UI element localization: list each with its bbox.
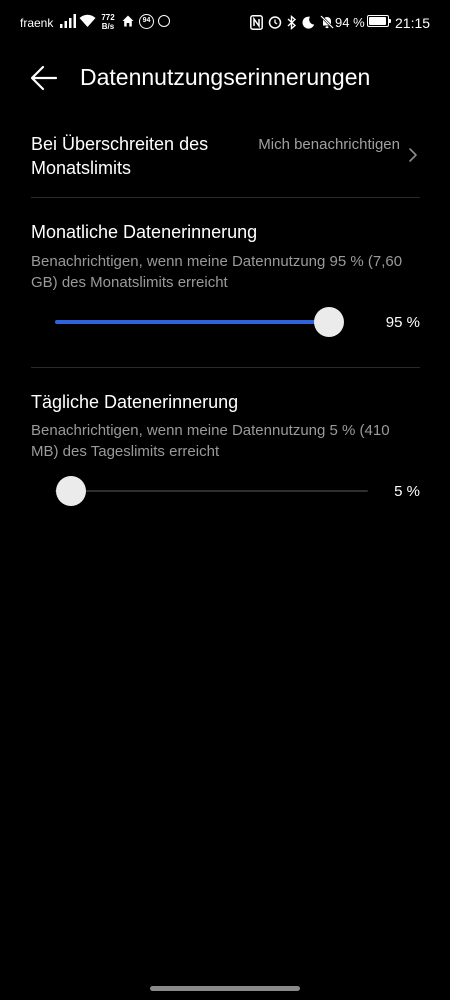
limit-exceeded-setting[interactable]: Bei Überschreiten des Monatslimits Mich …: [0, 120, 450, 198]
limit-exceeded-value: Mich benachrichtigen: [258, 136, 400, 153]
monthly-reminder-title: Monatliche Datenerinnerung: [31, 222, 258, 242]
battery-percent: 94 %: [335, 15, 365, 30]
monthly-reminder-description: Benachrichtigen, wenn meine Datennutzung…: [31, 253, 403, 291]
monthly-reminder-value: 95 %: [385, 314, 420, 331]
signal-icon: [60, 14, 76, 28]
slider-thumb[interactable]: [313, 307, 344, 337]
slider-thumb[interactable]: [55, 476, 86, 506]
screen: fraenk 772 B/s 94 94 % 21:15 Datennutzun…: [0, 0, 450, 1000]
network-speed: 772 B/s: [100, 13, 116, 31]
clock: 21:15: [395, 15, 431, 31]
aqi-badge: 94: [139, 14, 154, 29]
divider: [31, 197, 420, 198]
status-icons-right: [250, 13, 334, 31]
daily-reminder-title: Tägliche Datenerinnerung: [31, 392, 239, 412]
daily-reminder-description: Benachrichtigen, wenn meine Datennutzung…: [31, 422, 390, 460]
nfc-icon: [250, 14, 263, 30]
network-speed-value: 772: [101, 13, 115, 22]
battery-icon: [367, 15, 391, 27]
bluetooth-icon: [287, 14, 297, 30]
bell-off-icon: [320, 15, 334, 29]
alarm-icon: [268, 16, 282, 29]
divider: [31, 367, 420, 368]
limit-exceeded-label: Bei Überschreiten des Monatslimits: [31, 134, 209, 178]
daily-reminder-slider[interactable]: [55, 476, 368, 506]
app-header: Datennutzungserinnerungen: [0, 56, 450, 100]
moon-icon: [302, 16, 315, 29]
carrier-name: fraenk: [20, 16, 54, 30]
circle-icon: [158, 15, 170, 27]
chevron-right-icon: [409, 148, 417, 162]
arrow-left-icon[interactable]: [28, 62, 60, 94]
home-icon: [122, 15, 134, 27]
status-bar: fraenk 772 B/s 94 94 % 21:15: [0, 0, 450, 46]
daily-reminder-value: 5 %: [394, 483, 420, 500]
slider-track: [55, 490, 368, 492]
monthly-reminder-slider[interactable]: [55, 307, 344, 337]
page-title: Datennutzungserinnerungen: [80, 64, 371, 90]
network-speed-unit: B/s: [101, 22, 115, 31]
wifi-icon: [79, 14, 96, 27]
home-indicator[interactable]: [150, 986, 300, 991]
slider-active-track: [55, 320, 329, 324]
